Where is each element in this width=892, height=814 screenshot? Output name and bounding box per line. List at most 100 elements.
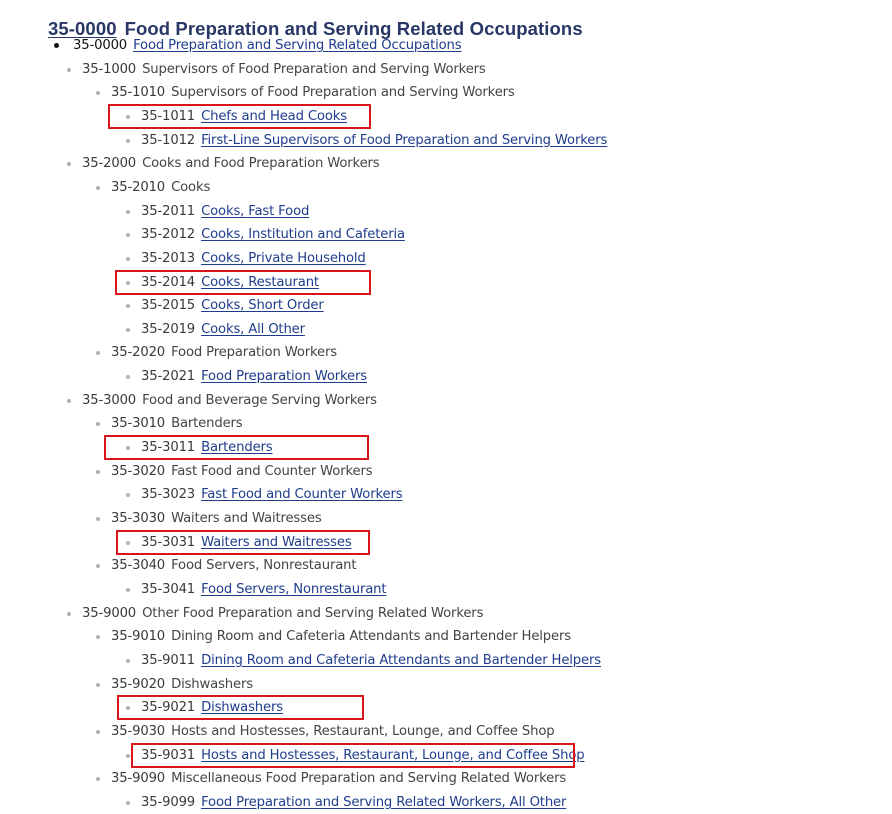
occupation-link[interactable]: Cooks, Private Household	[201, 251, 366, 266]
occupation-group-label: Dishwashers	[171, 676, 253, 692]
tree-item: 35-9011 Dining Room and Cafeteria Attenda…	[126, 651, 601, 671]
occupation-group-label: Fast Food and Counter Workers	[171, 463, 373, 479]
occupation-code: 35-2019	[141, 321, 196, 337]
bullet-icon	[96, 682, 100, 687]
occupation-code: 35-2000	[82, 156, 137, 172]
tree-item: 35-2021 Food Preparation Workers	[126, 367, 367, 387]
occupation-link[interactable]: Bartenders	[201, 440, 273, 455]
tree-item: 35-1000 Supervisors of Food Preparation a…	[67, 60, 486, 80]
bullet-icon	[126, 280, 130, 285]
occupation-group-label: Cooks and Food Preparation Workers	[142, 156, 380, 172]
tree-item: 35-9031 Hosts and Hostesses, Restaurant, …	[126, 746, 585, 766]
bullet-icon	[96, 729, 100, 734]
occupation-code: 35-3020	[111, 463, 166, 479]
occupation-code: 35-2012	[141, 227, 196, 243]
bullet-icon	[96, 91, 100, 96]
bullet-icon	[126, 256, 130, 261]
occupation-link[interactable]: Dishwashers	[201, 700, 283, 715]
occupation-link[interactable]: Food Preparation Workers	[201, 369, 367, 384]
occupation-link[interactable]: Cooks, All Other	[201, 322, 305, 337]
bullet-icon	[96, 517, 100, 521]
tree-item: 35-3030 Waiters and Waitresses	[96, 509, 322, 529]
occupation-group-label: Hosts and Hostesses, Restaurant, Lounge,…	[171, 723, 555, 739]
occupation-code: 35-3010	[111, 416, 166, 432]
bullet-icon	[126, 587, 130, 592]
tree-item: 35-2014 Cooks, Restaurant	[126, 273, 319, 293]
occupation-group-label: Supervisors of Food Preparation and Serv…	[142, 61, 486, 77]
occupation-code: 35-3031	[141, 534, 196, 550]
occupation-code: 35-9010	[111, 629, 166, 645]
occupation-link[interactable]: Food Preparation and Serving Related Occ…	[133, 38, 462, 53]
bullet-icon	[96, 185, 100, 190]
bullet-icon	[67, 67, 71, 72]
bullet-icon	[96, 422, 100, 427]
tree-item: 35-9030 Hosts and Hostesses, Restaurant, …	[96, 722, 555, 742]
tree-item: 35-1010 Supervisors of Food Preparation a…	[96, 83, 515, 103]
bullet-icon	[126, 114, 130, 119]
occupation-link[interactable]: Cooks, Fast Food	[201, 204, 309, 219]
occupation-code: 35-9020	[111, 676, 166, 692]
occupation-code: 35-2015	[141, 298, 196, 314]
tree-item: 35-3041 Food Servers, Nonrestaurant	[126, 580, 387, 600]
occupation-code: 35-2021	[141, 369, 196, 385]
occupation-link[interactable]: Hosts and Hostesses, Restaurant, Lounge,…	[201, 748, 585, 763]
bullet-icon	[96, 635, 100, 640]
bullet-icon	[96, 469, 100, 474]
tree-item: 35-3020 Fast Food and Counter Workers	[96, 462, 373, 482]
bullet-icon	[126, 209, 130, 214]
occupation-group-label: Cooks	[171, 179, 211, 195]
occupation-link[interactable]: Cooks, Institution and Cafeteria	[201, 227, 405, 242]
tree-item: 35-3040 Food Servers, Nonrestaurant	[96, 556, 357, 576]
tree-item: 35-9010 Dining Room and Cafeteria Attenda…	[96, 627, 571, 647]
occupation-code: 35-9030	[111, 723, 166, 739]
occupation-code: 35-3011	[141, 440, 196, 456]
bullet-icon	[67, 162, 71, 167]
tree-item: 35-9090 Miscellaneous Food Preparation an…	[96, 769, 566, 789]
occupation-code: 35-2014	[141, 274, 196, 290]
bullet-icon	[96, 564, 100, 569]
bullet-icon	[126, 138, 130, 143]
tree-item: 35-2013 Cooks, Private Household	[126, 249, 366, 269]
occupation-group-label: Food and Beverage Serving Workers	[142, 392, 377, 408]
occupation-code: 35-1010	[111, 85, 166, 101]
bullet-icon	[67, 398, 71, 403]
occupation-link[interactable]: Chefs and Head Cooks	[201, 109, 347, 124]
bullet-icon	[126, 706, 130, 711]
occupation-code: 35-9090	[111, 771, 166, 787]
occupation-link[interactable]: Cooks, Short Order	[201, 298, 324, 313]
bullet-icon	[126, 540, 130, 545]
occupation-link[interactable]: Waiters and Waitresses	[201, 535, 352, 550]
bullet-icon	[126, 304, 130, 309]
occupation-code: 35-9099	[141, 794, 196, 810]
occupation-code: 35-1011	[141, 108, 196, 124]
occupation-link[interactable]: Dining Room and Cafeteria Attendants and…	[201, 653, 601, 668]
occupation-code: 35-9011	[141, 652, 196, 668]
tree-item: 35-3023 Fast Food and Counter Workers	[126, 485, 403, 505]
tree-item: 35-2012 Cooks, Institution and Cafeteria	[126, 225, 405, 245]
bullet-icon	[126, 493, 130, 498]
occupation-link[interactable]: Fast Food and Counter Workers	[201, 487, 403, 502]
occupation-code: 35-9000	[82, 605, 137, 621]
bullet-icon	[126, 446, 130, 451]
tree-item: 35-9020 Dishwashers	[96, 675, 253, 695]
occupation-link[interactable]: Cooks, Restaurant	[201, 275, 319, 290]
occupation-code: 35-1012	[141, 132, 196, 148]
tree-item: 35-3031 Waiters and Waitresses	[126, 533, 352, 553]
occupation-code: 35-2013	[141, 250, 196, 266]
bullet-icon	[126, 375, 130, 380]
occupation-code: 35-2020	[111, 345, 166, 361]
tree-item: 35-9021 Dishwashers	[126, 698, 283, 718]
tree-item: 35-9099 Food Preparation and Serving Rela…	[126, 793, 566, 813]
occupation-link[interactable]: First-Line Supervisors of Food Preparati…	[201, 133, 607, 148]
tree-item: 35-2000 Cooks and Food Preparation Worker…	[67, 154, 380, 174]
tree-item: 35-2015 Cooks, Short Order	[126, 296, 324, 316]
occupation-link[interactable]: Food Preparation and Serving Related Wor…	[201, 795, 566, 810]
occupation-group-label: Supervisors of Food Preparation and Serv…	[171, 85, 515, 101]
occupation-group-label: Waiters and Waitresses	[171, 511, 322, 526]
occupation-code: 35-0000	[73, 38, 128, 53]
occupation-link[interactable]: Food Servers, Nonrestaurant	[201, 582, 386, 597]
bullet-icon	[126, 233, 130, 238]
tree-item: 35-9000 Other Food Preparation and Servin…	[67, 604, 483, 624]
occupation-code: 35-1000	[82, 61, 137, 77]
tree-item: 35-3000 Food and Beverage Serving Workers	[67, 391, 377, 411]
